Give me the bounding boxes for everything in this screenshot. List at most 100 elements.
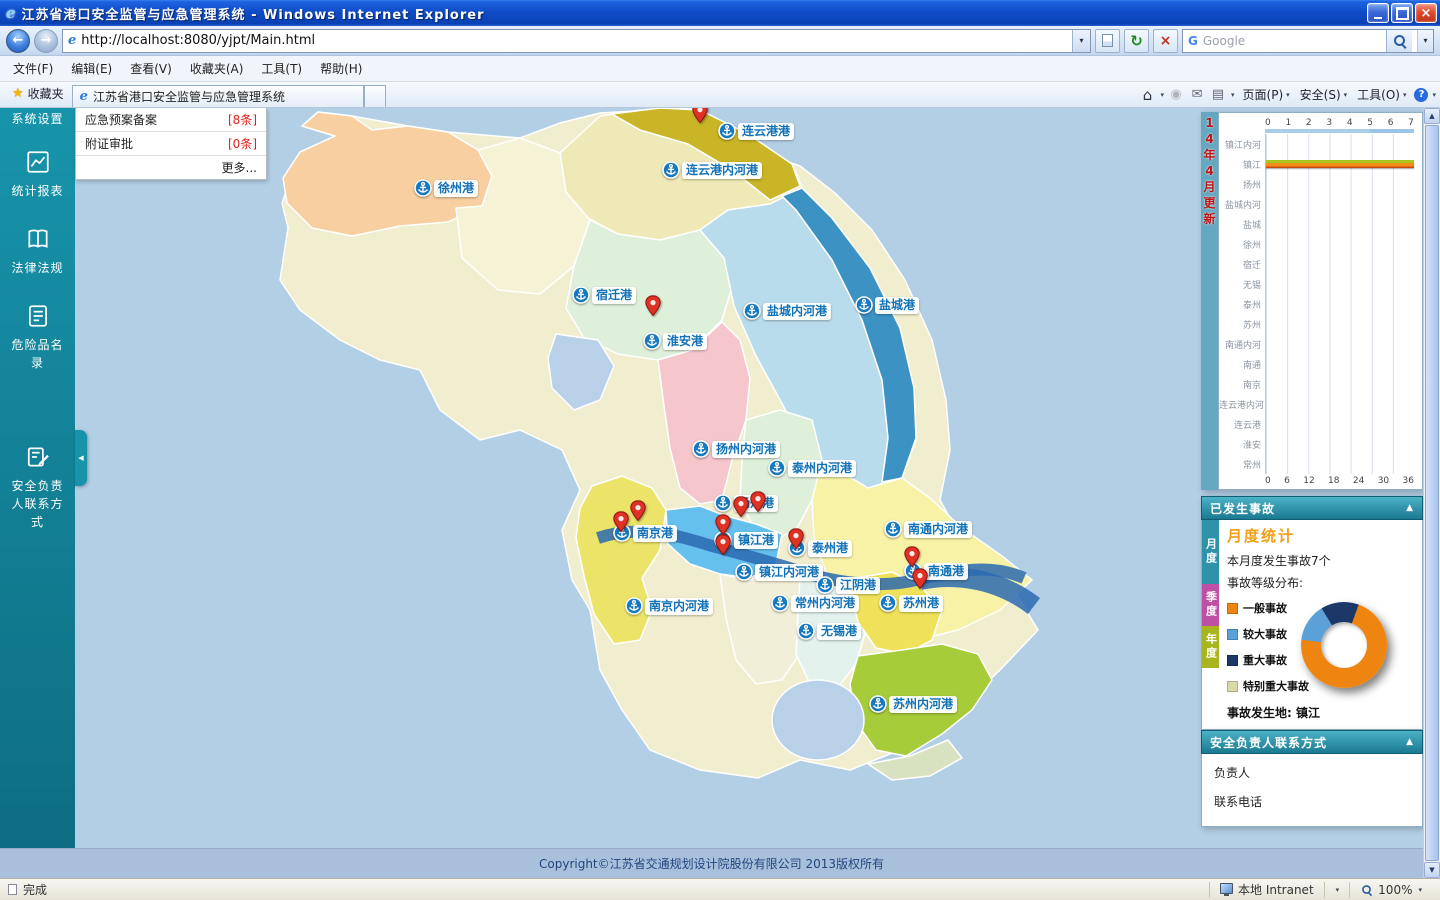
tab-active[interactable]: e 江苏省港口安全监管与应急管理系统 xyxy=(72,85,364,107)
sidebar-item-危险品名录[interactable]: 危险品名录 xyxy=(0,290,75,385)
port-marker-连云港港[interactable]: 连云港港 xyxy=(718,122,794,140)
incidents-panel: 已发生事故 ▲ 月度季度年度 月度统计 本月度发生事故7个 事故等级分布: 一般… xyxy=(1201,496,1423,730)
port-marker-淮安港[interactable]: 淮安港 xyxy=(643,332,707,350)
port-marker-盐城港[interactable]: 盐城港 xyxy=(855,296,919,314)
menu-item-帮助(H)[interactable]: 帮助(H) xyxy=(311,57,371,80)
contact-row-负责人[interactable]: 负责人 xyxy=(1202,758,1422,787)
close-button[interactable]: × xyxy=(1415,3,1437,23)
favorites-button[interactable]: ★ 收藏夹 xyxy=(4,82,72,105)
more-link[interactable]: 更多... xyxy=(76,156,266,179)
sidebar-collapse-handle[interactable]: ◀ xyxy=(75,430,87,486)
zoom-dropdown-icon[interactable]: ▾ xyxy=(1418,886,1422,894)
status-dropdown[interactable]: ▾ xyxy=(1324,882,1350,898)
chart-row: 无锡 xyxy=(1219,274,1414,294)
scroll-down-button[interactable]: ▼ xyxy=(1424,862,1440,878)
menu-item-文件(F)[interactable]: 文件(F) xyxy=(4,57,62,80)
home-dropdown-icon[interactable]: ▾ xyxy=(1161,91,1165,99)
address-dropdown-button[interactable]: ▾ xyxy=(1072,30,1090,52)
port-marker-南通港[interactable]: 南通港 xyxy=(904,562,968,580)
quick-link-row[interactable]: 应急预案备案[8条] xyxy=(76,108,266,132)
collapse-arrow-icon[interactable]: ▲ xyxy=(1406,503,1414,513)
port-marker-南通内河港[interactable]: 南通内河港 xyxy=(884,520,972,538)
compatibility-view-button[interactable] xyxy=(1095,29,1120,53)
port-marker-扬州内河港[interactable]: 扬州内河港 xyxy=(692,440,780,458)
bar-chart: 01234567 镇江内河镇江扬州盐城内河盐城徐州宿迁无锡泰州苏州南通内河南通南… xyxy=(1218,112,1423,490)
address-field[interactable]: e http://localhost:8080/yjpt/Main.html ▾ xyxy=(62,29,1091,53)
zoom-control[interactable]: 100% ▾ xyxy=(1349,882,1432,898)
port-marker-南京港[interactable]: 南京港 xyxy=(613,524,677,542)
port-label: 苏州内河港 xyxy=(889,696,957,713)
chart-category-label: 扬州 xyxy=(1219,178,1265,191)
read-mail-icon[interactable]: ✉ xyxy=(1188,87,1206,102)
refresh-button[interactable]: ↻ xyxy=(1124,29,1149,53)
chart-plot-cell xyxy=(1265,434,1414,454)
new-tab-stub[interactable] xyxy=(364,85,386,107)
sidebar-item-统计报表[interactable]: 统计报表 xyxy=(0,136,75,213)
port-marker-宿迁港[interactable]: 宿迁港 xyxy=(572,286,636,304)
help-icon[interactable]: ? xyxy=(1414,88,1428,102)
menu-item-查看(V)[interactable]: 查看(V) xyxy=(121,57,181,80)
tab-title: 江苏省港口安全监管与应急管理系统 xyxy=(93,88,285,105)
sidebar-item-label: 统计报表 xyxy=(6,182,70,200)
menu-item-工具(T)[interactable]: 工具(T) xyxy=(252,57,311,80)
tab-年度[interactable]: 年度 xyxy=(1202,626,1219,668)
contact-row-联系电话[interactable]: 联系电话 xyxy=(1202,787,1422,816)
port-marker-镇江港[interactable]: 镇江港 xyxy=(714,531,778,549)
minimize-button[interactable] xyxy=(1367,3,1389,23)
chart-category-label: 连云港内河 xyxy=(1219,398,1265,411)
axis-tick-label: 4 xyxy=(1347,118,1353,128)
search-button[interactable] xyxy=(1386,30,1412,52)
axis-tick-label: 0 xyxy=(1265,476,1271,486)
chart-bar xyxy=(1266,160,1414,168)
toolbar-button-工具(O)[interactable]: 工具(O)▾ xyxy=(1352,84,1411,105)
port-marker-泰州内河港[interactable]: 泰州内河港 xyxy=(768,459,856,477)
quick-link-count: [8条] xyxy=(228,111,257,128)
chart-row: 盐城内河 xyxy=(1219,194,1414,214)
sidebar-item-安全负责人联系方式[interactable]: 安全负责人联系方式 xyxy=(0,431,75,544)
port-marker-镇江内河港[interactable]: 镇江内河港 xyxy=(735,563,823,581)
maximize-button[interactable] xyxy=(1391,3,1413,23)
menu-item-收藏夹(A)[interactable]: 收藏夹(A) xyxy=(181,57,253,80)
sidebar-item-法律法规[interactable]: 法律法规 xyxy=(0,213,75,290)
port-marker-常州内河港[interactable]: 常州内河港 xyxy=(771,594,859,612)
print-dropdown-icon[interactable]: ▾ xyxy=(1231,91,1235,99)
port-marker-苏州港[interactable]: 苏州港 xyxy=(879,594,943,612)
feeds-icon[interactable]: ◉ xyxy=(1167,87,1185,102)
contact-panel-header[interactable]: 安全负责人联系方式 ▲ xyxy=(1201,730,1423,754)
port-marker-南京内河港[interactable]: 南京内河港 xyxy=(625,597,713,615)
sidebar-item-系统设置[interactable]: 系统设置 xyxy=(0,108,75,136)
port-marker-无锡港[interactable]: 无锡港 xyxy=(797,622,861,640)
contact-panel-body: 负责人联系电话 xyxy=(1201,754,1423,827)
toolbar-button-安全(S)[interactable]: 安全(S)▾ xyxy=(1295,84,1353,105)
monthly-summary: 本月度发生事故7个 xyxy=(1227,552,1414,569)
scroll-up-button[interactable]: ▲ xyxy=(1424,108,1440,124)
tab-季度[interactable]: 季度 xyxy=(1202,584,1219,626)
incidents-content: 月度统计 本月度发生事故7个 事故等级分布: 一般事故较大事故重大事故特别重大事… xyxy=(1219,520,1422,729)
search-dropdown-button[interactable]: ▾ xyxy=(1417,30,1433,52)
quick-link-row[interactable]: 附证审批[0条] xyxy=(76,132,266,156)
help-dropdown-icon[interactable]: ▾ xyxy=(1432,91,1436,99)
tab-月度[interactable]: 月度 xyxy=(1202,520,1219,584)
port-marker-苏州内河港[interactable]: 苏州内河港 xyxy=(869,695,957,713)
port-marker-徐州港[interactable]: 徐州港 xyxy=(414,179,478,197)
home-icon[interactable]: ⌂ xyxy=(1139,86,1157,104)
port-marker-盐城内河港[interactable]: 盐城内河港 xyxy=(743,302,831,320)
menu-item-编辑(E)[interactable]: 编辑(E) xyxy=(62,57,121,80)
port-marker-泰州港[interactable]: 泰州港 xyxy=(788,539,852,557)
search-box[interactable]: G Google ▾ xyxy=(1182,29,1434,53)
incidents-panel-header[interactable]: 已发生事故 ▲ xyxy=(1201,496,1423,520)
port-marker-连云港内河港[interactable]: 连云港内河港 xyxy=(662,161,762,179)
anchor-icon xyxy=(879,594,897,612)
chart-plot-cell xyxy=(1265,234,1414,254)
port-marker-江阴港[interactable]: 江阴港 xyxy=(816,576,880,594)
forward-button[interactable]: → xyxy=(34,29,58,53)
port-marker-扬州港[interactable]: 扬州港 xyxy=(714,494,778,512)
incidents-panel-body: 月度季度年度 月度统计 本月度发生事故7个 事故等级分布: 一般事故较大事故重大… xyxy=(1201,520,1423,730)
vertical-scrollbar[interactable]: ▲ ▼ xyxy=(1423,108,1440,878)
print-icon[interactable]: ▤ xyxy=(1209,87,1227,102)
toolbar-button-页面(P)[interactable]: 页面(P)▾ xyxy=(1238,84,1295,105)
scrollbar-thumb[interactable] xyxy=(1425,125,1439,861)
collapse-arrow-icon[interactable]: ▲ xyxy=(1406,737,1414,747)
stop-button[interactable]: × xyxy=(1153,29,1178,53)
back-button[interactable]: ← xyxy=(6,29,30,53)
